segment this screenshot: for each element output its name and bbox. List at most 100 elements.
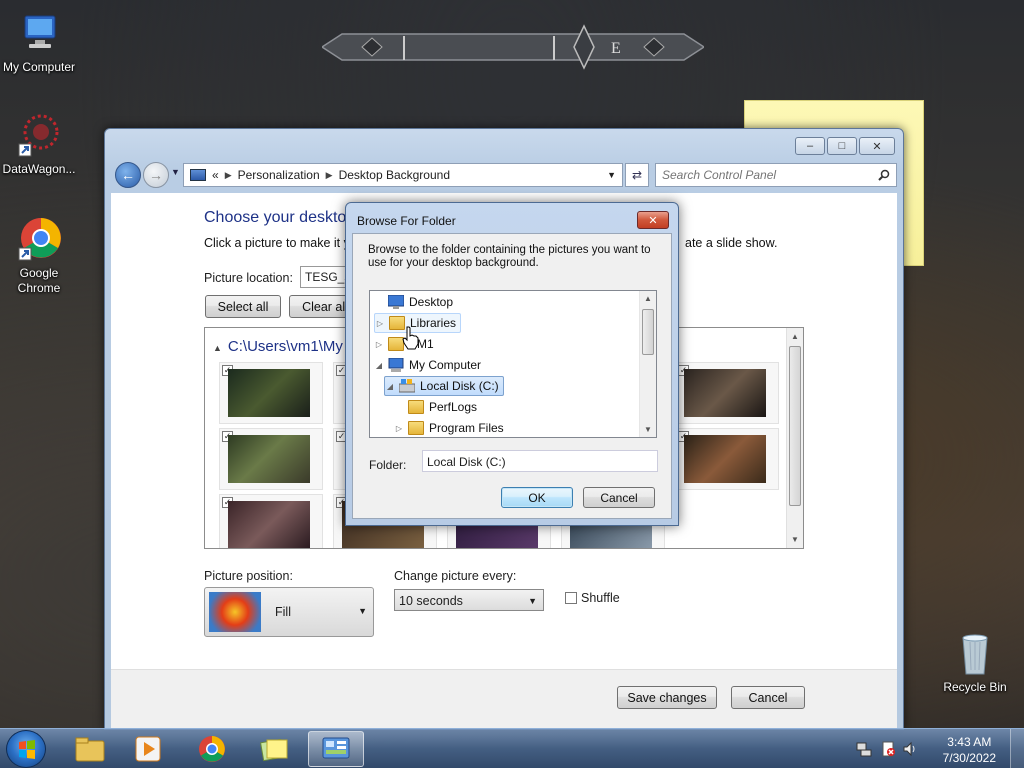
collapse-icon[interactable]: ◢ (385, 382, 395, 391)
desktop-icon-label: Recycle Bin (943, 680, 1007, 694)
breadcrumb-desktop-background[interactable]: Desktop Background (339, 168, 450, 182)
save-changes-button[interactable]: Save changes (617, 686, 717, 709)
windows-logo-icon (19, 740, 35, 759)
folder-tree[interactable]: Desktop ▷ Libraries ▷ VM1 ◢ My Computer … (369, 290, 657, 438)
tree-scrollbar[interactable]: ▲ ▼ (639, 291, 656, 437)
expand-icon[interactable]: ▷ (375, 319, 385, 328)
wallpaper-thumbnail[interactable]: ✓ (219, 428, 323, 490)
dialog-title: Browse For Folder (357, 214, 456, 228)
picture-position-select[interactable]: Fill ▼ (204, 587, 374, 637)
scroll-down-icon[interactable]: ▼ (791, 535, 799, 544)
network-icon[interactable] (856, 741, 872, 760)
tree-item-label: Program Files (429, 421, 504, 435)
recent-pages-dropdown[interactable]: ▼ (171, 167, 180, 177)
scroll-up-icon[interactable]: ▲ (791, 332, 799, 341)
breadcrumb-overflow[interactable]: « (212, 168, 219, 182)
select-all-button[interactable]: Select all (205, 295, 281, 318)
thumbnail-image (228, 369, 310, 417)
recycle-bin-icon (951, 630, 999, 678)
taskbar-sticky-notes[interactable] (246, 731, 302, 767)
gallery-group-header[interactable]: ▲ C:\Users\vm1\My P (213, 338, 357, 355)
close-button[interactable]: ✕ (859, 137, 895, 155)
taskbar-chrome[interactable] (184, 731, 240, 767)
thumbnail-image (228, 435, 310, 483)
desktop-icon-my-computer[interactable]: My Computer (0, 10, 78, 75)
checkbox-box[interactable] (565, 592, 577, 604)
scroll-down-icon[interactable]: ▼ (644, 425, 652, 434)
volume-icon[interactable] (902, 741, 918, 760)
banner-letter: E (611, 40, 621, 57)
tree-item-label: Local Disk (C:) (420, 379, 499, 393)
dialog-description: Browse to the folder containing the pict… (368, 244, 651, 269)
drive-icon (398, 379, 416, 393)
taskbar-media-player[interactable] (120, 731, 176, 767)
refresh-button[interactable]: ⇄ (625, 163, 649, 187)
folder-field[interactable]: Local Disk (C:) (422, 450, 658, 472)
taskbar-control-panel[interactable] (308, 731, 364, 767)
wallpaper-thumbnail[interactable]: ✓ (675, 428, 779, 490)
desktop-icon-google-chrome[interactable]: Google Chrome (0, 216, 78, 296)
picture-position-value: Fill (275, 605, 291, 619)
scrollbar-thumb[interactable] (789, 346, 801, 506)
thumbnail-image (684, 435, 766, 483)
scrollbar-thumb[interactable] (642, 309, 654, 355)
tree-item-perflogs[interactable]: PerfLogs (394, 397, 477, 417)
dialog-close-button[interactable]: ✕ (637, 211, 669, 229)
chevron-down-icon[interactable]: ▼ (607, 170, 616, 180)
tree-item-label: PerfLogs (429, 400, 478, 414)
system-tray: 3:43 AM 7/30/2022 (854, 729, 1024, 768)
wallpaper-thumbnail[interactable]: ✓ (219, 494, 323, 548)
tree-item-local-disk-c[interactable]: ◢ Local Disk (C:) (384, 376, 504, 396)
show-desktop-button[interactable] (1010, 729, 1024, 768)
maximize-button[interactable]: □ (827, 137, 857, 155)
tree-item-label: Desktop (409, 295, 454, 309)
back-button[interactable]: ← (115, 162, 141, 188)
ok-button[interactable]: OK (501, 487, 573, 508)
folder-icon (408, 400, 424, 414)
tree-item-my-computer[interactable]: ◢ My Computer (374, 355, 481, 375)
breadcrumb-personalization[interactable]: Personalization (238, 168, 320, 182)
gallery-scrollbar[interactable]: ▲ ▼ (786, 328, 803, 548)
control-panel-icon (322, 737, 350, 759)
start-button[interactable] (6, 730, 46, 768)
forward-button[interactable]: → (143, 162, 169, 188)
address-bar[interactable]: « ▶ Personalization ▶ Desktop Background… (183, 163, 623, 187)
wallpaper-thumbnail[interactable]: ✓ (675, 362, 779, 424)
footer-bar: Save changes Cancel (111, 669, 897, 729)
gallery-folder-path: C:\Users\vm1\My P (227, 338, 358, 355)
media-player-icon (135, 736, 161, 762)
chevron-down-icon: ▼ (528, 596, 537, 606)
taskbar-explorer[interactable] (62, 731, 118, 767)
desktop-icon-label: My Computer (2, 60, 76, 74)
dialog-body: Browse to the folder containing the pict… (352, 233, 672, 519)
expand-icon[interactable]: ▷ (374, 340, 384, 349)
action-center-icon[interactable] (880, 741, 896, 760)
desktop-icon (387, 294, 405, 309)
change-picture-label: Change picture every: (394, 569, 517, 583)
scroll-up-icon[interactable]: ▲ (644, 294, 652, 303)
shuffle-checkbox[interactable]: Shuffle (565, 591, 620, 605)
navigation-bar: ← → ▼ « ▶ Personalization ▶ Desktop Back… (113, 161, 897, 189)
dialog-cancel-button[interactable]: Cancel (583, 487, 655, 508)
clock-date: 7/30/2022 (942, 751, 996, 765)
search-input[interactable] (662, 168, 862, 182)
search-icon[interactable] (878, 169, 890, 181)
chevron-right-icon: ▶ (325, 169, 333, 180)
expand-icon[interactable]: ▷ (394, 424, 404, 433)
tree-item-program-files[interactable]: ▷ Program Files (394, 418, 504, 437)
wallpaper-thumbnail[interactable]: ✓ (219, 362, 323, 424)
desktop-icon-label: DataWagon... (2, 162, 76, 176)
desktop-icon-datawagon[interactable]: DataWagon... (0, 112, 78, 177)
chrome-icon (15, 216, 63, 264)
collapse-icon[interactable]: ◢ (374, 361, 384, 370)
folder-label: Folder: (369, 458, 407, 472)
cancel-button[interactable]: Cancel (731, 686, 805, 709)
tree-item-desktop[interactable]: Desktop (374, 292, 453, 312)
picture-location-label: Picture location: (204, 271, 293, 285)
desktop-icon-recycle-bin[interactable]: Recycle Bin (936, 630, 1014, 695)
control-panel-icon (190, 169, 206, 181)
taskbar-clock[interactable]: 3:43 AM 7/30/2022 (943, 734, 996, 766)
change-picture-select[interactable]: 10 seconds ▼ (394, 589, 544, 611)
minimize-button[interactable]: – (795, 137, 825, 155)
search-box[interactable] (655, 163, 897, 187)
